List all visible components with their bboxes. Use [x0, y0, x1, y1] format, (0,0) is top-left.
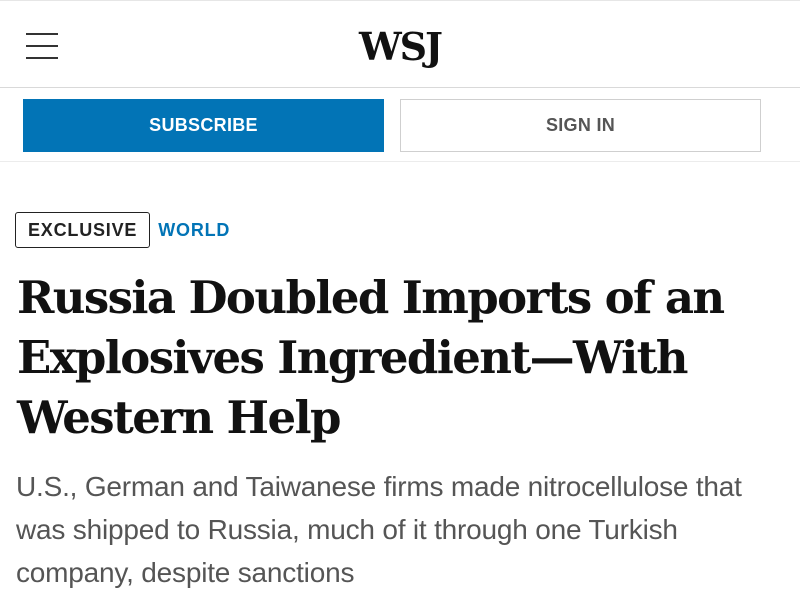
article-headline: Russia Doubled Imports of an Explosives … [17, 271, 725, 444]
exclusive-badge: EXCLUSIVE [15, 212, 151, 248]
section-link-world[interactable]: WORLD [158, 220, 230, 241]
article-labels: EXCLUSIVE WORLD [15, 211, 230, 249]
wsj-logo[interactable]: WSJ [0, 23, 800, 71]
auth-bar: SUBSCRIBE SIGN IN [0, 88, 800, 162]
article-summary: U.S., German and Taiwanese firms made ni… [16, 471, 742, 588]
sign-in-button[interactable]: SIGN IN [400, 99, 761, 152]
site-header: WSJ [0, 0, 800, 88]
subscribe-button[interactable]: SUBSCRIBE [23, 99, 384, 152]
